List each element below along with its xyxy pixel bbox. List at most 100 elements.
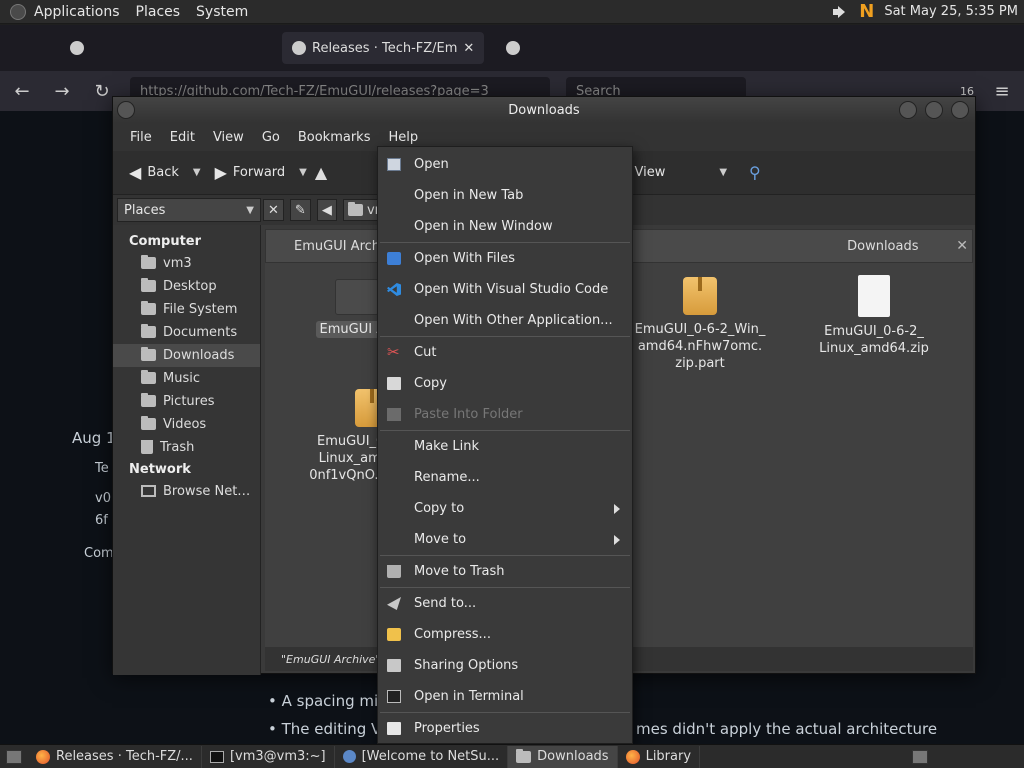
reload-icon[interactable]: ↻ — [90, 81, 114, 102]
sidebar-item-documents[interactable]: Documents — [113, 321, 260, 344]
close-tab-icon[interactable]: ✕ — [956, 238, 968, 254]
view-mode-dropdown[interactable]: ▼ — [719, 167, 727, 178]
menu-view[interactable]: View — [204, 130, 253, 145]
release-commit[interactable]: 6f — [95, 513, 108, 528]
up-arrow-icon[interactable]: ▲ — [315, 163, 327, 182]
file-item-win-zip-part[interactable]: EmuGUI_0-6-2_Win_ amd64.nFhw7omc. zip.pa… — [625, 277, 775, 372]
release-note-bullet-tail: mes didn't apply the actual architecture — [636, 720, 938, 738]
search-icon[interactable]: ⚲ — [749, 163, 761, 182]
file-item-linux-zip[interactable]: EmuGUI_0-6-2_ Linux_amd64.zip — [799, 275, 949, 357]
menu-help[interactable]: Help — [379, 130, 427, 145]
back-history-dropdown[interactable]: ▼ — [193, 167, 201, 178]
menu-edit[interactable]: Edit — [161, 130, 204, 145]
globe-icon — [342, 750, 356, 763]
task-firefox-releases[interactable]: Releases · Tech-FZ/... — [28, 745, 202, 768]
task-terminal[interactable]: [vm3@vm3:~] — [202, 745, 335, 768]
close-icon[interactable]: ✕ — [463, 41, 474, 56]
archive-icon — [387, 628, 401, 641]
panel-clock[interactable]: Sat May 25, 5:35 PM — [884, 4, 1018, 19]
back-button[interactable]: ◀ Back — [123, 163, 185, 182]
edit-location-icon[interactable]: ✎ — [289, 199, 311, 221]
folder-icon — [141, 370, 156, 384]
menu-item-properties[interactable]: Properties — [378, 713, 632, 744]
menu-item-move-to[interactable]: Move to — [378, 524, 632, 555]
window-titlebar[interactable]: Downloads — [113, 97, 975, 123]
menu-item-rename[interactable]: Rename... — [378, 462, 632, 493]
menu-item-open-new-window[interactable]: Open in New Window — [378, 211, 632, 242]
chevron-down-icon: ▼ — [246, 204, 254, 216]
paste-icon — [387, 408, 401, 421]
sidebar-item-file-system[interactable]: File System — [113, 298, 260, 321]
places-menu[interactable]: Places — [128, 4, 189, 20]
compare-button[interactable]: Com — [84, 546, 114, 561]
maximize-icon[interactable] — [925, 101, 943, 119]
release-note-bullet: • The editing V — [268, 720, 382, 738]
places-label: Places — [124, 202, 166, 218]
panel-tray: N Sat May 25, 5:35 PM — [833, 1, 1024, 22]
system-logo-icon[interactable] — [10, 3, 26, 20]
back-arrow-icon[interactable]: ← — [10, 81, 34, 102]
menu-item-copy-to[interactable]: Copy to — [378, 493, 632, 524]
file-item-archive[interactable]: EmuGUI_0- Linux_amd 0nf1vQnO.zi — [279, 389, 389, 484]
menu-item-copy[interactable]: Copy — [378, 368, 632, 399]
system-menu[interactable]: System — [188, 4, 256, 20]
close-window-icon[interactable] — [951, 101, 969, 119]
menu-item-open-with-other[interactable]: Open With Other Application... — [378, 305, 632, 336]
release-tag[interactable]: v0 — [95, 491, 111, 506]
sidebar-item-browse-network[interactable]: Browse Net… — [113, 480, 260, 503]
menu-item-open-new-tab[interactable]: Open in New Tab — [378, 180, 632, 211]
minimize-icon[interactable] — [899, 101, 917, 119]
task-library[interactable]: Library — [618, 745, 701, 768]
menu-bookmarks[interactable]: Bookmarks — [289, 130, 380, 145]
places-dropdown[interactable]: Places ▼ — [117, 198, 261, 222]
menu-item-open-in-terminal[interactable]: Open in Terminal — [378, 681, 632, 712]
hamburger-menu-icon[interactable]: ≡ — [990, 81, 1014, 102]
forward-button[interactable]: ▶ Forward — [209, 163, 292, 182]
close-sidebar-icon[interactable]: ✕ — [263, 199, 284, 221]
firefox-icon — [36, 749, 50, 764]
menu-item-send-to[interactable]: Send to... — [378, 588, 632, 619]
sidebar-item-videos[interactable]: Videos — [113, 413, 260, 436]
menu-item-open-with-files[interactable]: Open With Files — [378, 243, 632, 274]
network-manager-icon[interactable]: N — [859, 1, 874, 22]
menu-item-sharing-options[interactable]: Sharing Options — [378, 650, 632, 681]
browser-tab-releases[interactable]: Releases · Tech-FZ/Em ✕ — [282, 32, 485, 64]
workspace-switcher-icon[interactable] — [912, 749, 928, 764]
back-arrow-icon: ◀ — [129, 163, 142, 182]
browser-tab-inactive[interactable] — [60, 32, 210, 64]
folder-icon — [335, 279, 379, 315]
applications-menu[interactable]: Applications — [26, 4, 128, 20]
github-icon — [292, 41, 306, 55]
sidebar-item-pictures[interactable]: Pictures — [113, 390, 260, 413]
menu-item-compress[interactable]: Compress... — [378, 619, 632, 650]
menu-item-cut[interactable]: ✂ Cut — [378, 337, 632, 368]
browser-tab-inactive[interactable] — [496, 32, 646, 64]
menu-item-open[interactable]: Open — [378, 149, 632, 180]
sidebar-item-desktop[interactable]: Desktop — [113, 275, 260, 298]
sidebar-item-music[interactable]: Music — [113, 367, 260, 390]
menu-item-move-to-trash[interactable]: Move to Trash — [378, 556, 632, 587]
task-netsurf[interactable]: [Welcome to NetSu... — [335, 745, 509, 768]
menu-go[interactable]: Go — [253, 130, 289, 145]
menu-item-open-with-vscode[interactable]: Open With Visual Studio Code — [378, 274, 632, 305]
top-panel: Applications Places System N Sat May 25,… — [0, 0, 1024, 24]
path-left-icon[interactable]: ◀ — [316, 199, 337, 221]
forward-history-dropdown[interactable]: ▼ — [299, 167, 307, 178]
sidebar-item-trash[interactable]: Trash — [113, 436, 260, 459]
share-icon — [387, 659, 401, 672]
release-author[interactable]: Te — [95, 461, 109, 476]
volume-icon[interactable] — [833, 5, 849, 19]
sidebar-item-downloads[interactable]: Downloads — [113, 344, 260, 367]
show-desktop-icon[interactable] — [6, 749, 22, 764]
sidebar-item-vm3[interactable]: vm3 — [113, 252, 260, 275]
places-sidebar: Computer vm3 Desktop File System Documen… — [113, 225, 261, 675]
menu-item-make-link[interactable]: Make Link — [378, 431, 632, 462]
pane-tab-downloads[interactable]: Downloads ✕ — [618, 229, 973, 263]
menu-file[interactable]: File — [121, 130, 161, 145]
archive-icon — [683, 277, 717, 315]
window-menu-icon[interactable] — [117, 101, 135, 119]
task-downloads[interactable]: Downloads — [508, 745, 618, 768]
forward-arrow-icon[interactable]: → — [50, 81, 74, 102]
github-icon — [70, 41, 84, 55]
release-date: Aug 1 — [72, 429, 116, 447]
